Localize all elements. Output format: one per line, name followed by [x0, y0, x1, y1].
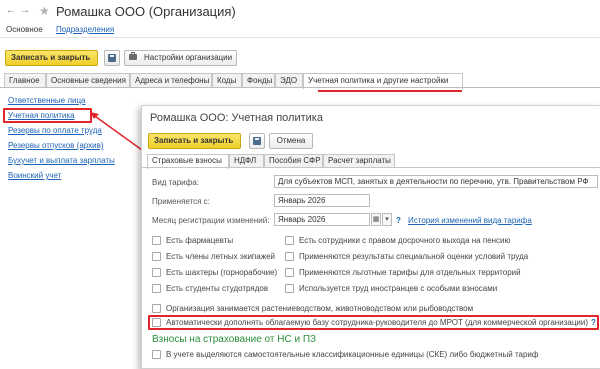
checkbox-pharmacists-label: Есть фармацевты — [166, 236, 234, 245]
registration-month-label: Месяц регистрации изменений: — [152, 216, 270, 225]
dialog-cancel-button[interactable]: Отмена — [269, 133, 313, 149]
tabbar-divider — [0, 87, 600, 88]
tab-payroll-calc[interactable]: Расчет зарплаты — [323, 154, 395, 168]
tab-highlight-underline — [318, 90, 462, 92]
favorite-star-icon[interactable]: ★ — [39, 4, 50, 18]
tab-main[interactable]: Главное — [4, 73, 46, 88]
calendar-icon[interactable]: ▦ — [371, 213, 381, 226]
tariff-label: Вид тарифа: — [152, 178, 199, 187]
tab-funds[interactable]: Фонды — [242, 73, 275, 88]
checkbox-miners[interactable] — [152, 268, 161, 277]
dialog-tab-divider — [142, 167, 600, 168]
checkbox-students[interactable] — [152, 284, 161, 293]
checkbox-early-pension-label: Есть сотрудники с правом досрочного выхо… — [299, 236, 511, 245]
checkbox-early-pension[interactable] — [285, 236, 294, 245]
tariff-field[interactable]: Для субъектов МСП, занятых в деятельност… — [274, 175, 598, 188]
subnav-departments-link[interactable]: Подразделения — [56, 25, 114, 34]
checkbox-preferential-tariffs-label: Применяются льготные тарифы для отдельны… — [299, 268, 521, 277]
checkbox-preferential-tariffs[interactable] — [285, 268, 294, 277]
help-question-icon[interactable]: ? — [396, 216, 401, 225]
organization-settings-label: Настройки организации — [144, 53, 233, 62]
dialog-save-button[interactable] — [249, 133, 265, 149]
checkbox-ske-label: В учете выделяются самостоятельные класс… — [166, 350, 539, 359]
tab-edo[interactable]: ЭДО — [275, 73, 303, 88]
printer-icon — [129, 52, 137, 60]
checkbox-foreign-workers-label: Используется труд иностранцев с особыми … — [299, 284, 498, 293]
sidebar-item-military[interactable]: Воинский учет — [8, 171, 61, 180]
tariff-history-link[interactable]: История изменений вида тарифа — [408, 216, 532, 225]
tab-ndfl[interactable]: НДФЛ — [229, 154, 264, 168]
red-arrow-icon — [90, 112, 143, 151]
checkbox-special-assessment[interactable] — [285, 252, 294, 261]
checkbox-flight-crew[interactable] — [152, 252, 161, 261]
accident-insurance-section-title: Взносы на страхование от НС и ПЗ — [152, 334, 317, 345]
sidebar-item-accounting-policy[interactable]: Учетная политика — [8, 111, 75, 120]
floppy-disk-icon — [108, 54, 116, 62]
back-arrow-icon[interactable]: ← — [6, 6, 16, 16]
tab-addresses[interactable]: Адреса и телефоны — [130, 73, 212, 88]
tab-basic-info[interactable]: Основные сведения — [46, 73, 130, 88]
subnav-divider — [0, 37, 600, 38]
mrot-help-question-icon[interactable]: ? — [591, 318, 596, 327]
applied-from-field[interactable]: Январь 2026 — [274, 194, 370, 207]
save-close-button[interactable]: Записать и закрыть — [5, 50, 98, 66]
checkbox-agriculture[interactable] — [152, 304, 161, 313]
dialog-save-close-button[interactable]: Записать и закрыть — [148, 133, 241, 149]
save-button[interactable] — [104, 50, 120, 66]
accounting-policy-dialog: Ромашка ООО: Учетная политика Записать и… — [141, 105, 600, 369]
dialog-title: Ромашка ООО: Учетная политика — [150, 112, 323, 124]
sidebar-item-responsible[interactable]: Ответственные лица — [8, 96, 86, 105]
checkbox-auto-mrot-label: Автоматически дополнять облагаемую базу … — [166, 318, 588, 327]
checkbox-flight-crew-label: Есть члены летных экипажей — [166, 252, 275, 261]
checkbox-miners-label: Есть шахтеры (горнорабочие) — [166, 268, 278, 277]
checkbox-auto-mrot[interactable] — [152, 318, 161, 327]
forward-arrow-icon[interactable]: → — [20, 6, 30, 16]
checkbox-special-assessment-label: Применяются результаты специальной оценк… — [299, 252, 529, 261]
checkbox-foreign-workers[interactable] — [285, 284, 294, 293]
tab-sfr-benefits[interactable]: Пособия СФР — [264, 154, 323, 168]
sidebar-item-bookkeeping-payroll[interactable]: Бухучет и выплата зарплаты — [8, 156, 115, 165]
organization-settings-button[interactable]: Настройки организации — [124, 50, 237, 66]
floppy-disk-icon — [253, 137, 261, 145]
window-title: Ромашка ООО (Организация) — [56, 4, 236, 19]
checkbox-ske[interactable] — [152, 350, 161, 359]
checkbox-pharmacists[interactable] — [152, 236, 161, 245]
registration-month-field[interactable]: Январь 2026 — [274, 213, 370, 226]
checkbox-agriculture-label: Организация занимается растениеводством,… — [166, 304, 474, 313]
checkbox-students-label: Есть студенты студотрядов — [166, 284, 269, 293]
tab-codes[interactable]: Коды — [212, 73, 242, 88]
applied-from-label: Применяется с: — [152, 197, 210, 206]
subnav-main[interactable]: Основное — [6, 25, 43, 34]
period-dropdown-icon[interactable]: ▾ — [382, 213, 392, 226]
